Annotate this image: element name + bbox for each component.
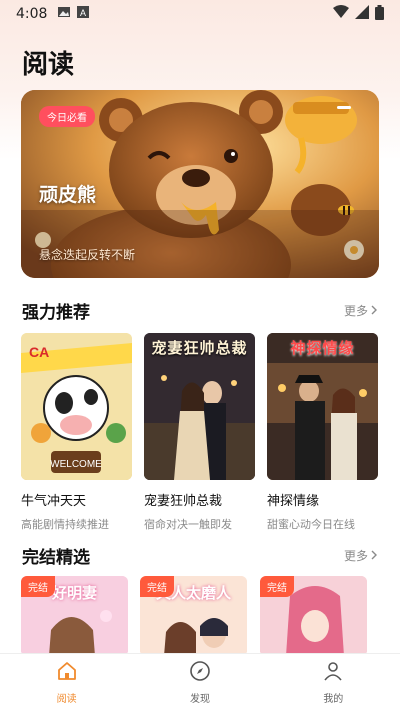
book-title: 宠妻狂帅总裁 [144, 494, 223, 509]
book-desc: 宿命对决一触即发 [144, 518, 232, 531]
book-cover: CA WELCOME [21, 333, 132, 480]
book-card[interactable]: CA WELCOME 牛气冲天天 高能剧情持续推进 [21, 333, 132, 532]
chevron-right-icon [371, 549, 378, 563]
wifi-icon [333, 5, 349, 23]
cover-title: 宠妻狂帅总裁 [151, 339, 248, 357]
signal-icon [355, 5, 369, 23]
book-cover: 宠妻狂帅总裁 [144, 333, 255, 480]
book-card[interactable]: 神探情缘 神探情缘 甜蜜心动今日在线 [267, 333, 378, 532]
book-title: 牛气冲天天 [21, 494, 87, 509]
finished-book-card[interactable]: 好明妻 完结 [21, 576, 128, 656]
banner-tag: 今日必看 [39, 106, 95, 127]
book-title: 神探情缘 [267, 494, 320, 509]
more-link[interactable]: 更多 [344, 547, 378, 564]
nav-item-mine[interactable]: 我的 [293, 660, 373, 705]
section-title: 强力推荐 [22, 303, 90, 323]
book-cover: 神探情缘 [267, 333, 378, 480]
featured-banner[interactable]: 今日必看 顽皮熊 悬念迭起反转不断 [21, 90, 379, 278]
person-icon [322, 660, 344, 686]
cow-illustration: CA WELCOME [21, 333, 132, 480]
home-icon [56, 660, 78, 686]
chevron-right-icon [371, 304, 378, 318]
finished-header: 完结精选 更多 [22, 543, 378, 568]
recommend-header: 强力推荐 更多 [22, 298, 378, 323]
gallery-icon [57, 6, 71, 22]
banner-indicator [337, 106, 351, 109]
text-icon: A [77, 6, 90, 22]
finished-badge: 完结 [21, 576, 55, 597]
more-link[interactable]: 更多 [344, 302, 378, 319]
more-label: 更多 [343, 304, 368, 318]
finished-badge: 完结 [140, 576, 174, 597]
status-time: 4:08 [16, 6, 48, 22]
page-title: 阅读 [22, 50, 75, 80]
finished-book-card[interactable]: 完结 [260, 576, 367, 656]
finished-badge: 完结 [260, 576, 294, 597]
book-desc: 高能剧情持续推进 [21, 518, 109, 531]
nav-label: 我的 [323, 694, 344, 705]
section-title: 完结精选 [22, 548, 90, 568]
svg-text:A: A [80, 8, 86, 18]
banner-title: 顽皮熊 [39, 184, 97, 206]
compass-icon [189, 660, 211, 686]
svg-text:CA: CA [29, 344, 49, 360]
finished-book-card[interactable]: 夫人太磨人 完结 [140, 576, 247, 656]
more-label: 更多 [343, 549, 368, 563]
banner-subtitle: 悬念迭起反转不断 [39, 248, 136, 262]
status-bar: 4:08 A [0, 0, 400, 28]
nav-item-read[interactable]: 阅读 [27, 660, 107, 705]
nav-label: 发现 [189, 694, 210, 705]
bottom-navigation: 阅读 发现 我的 [0, 653, 400, 711]
nav-item-discover[interactable]: 发现 [160, 660, 240, 705]
book-card[interactable]: 宠妻狂帅总裁 宠妻狂帅总裁 宿命对决一触即发 [144, 333, 255, 532]
battery-icon [375, 4, 384, 24]
nav-label: 阅读 [56, 694, 77, 705]
cover-title: 神探情缘 [290, 339, 355, 357]
book-desc: 甜蜜心动今日在线 [267, 518, 355, 531]
svg-text:WELCOME: WELCOME [50, 459, 102, 470]
